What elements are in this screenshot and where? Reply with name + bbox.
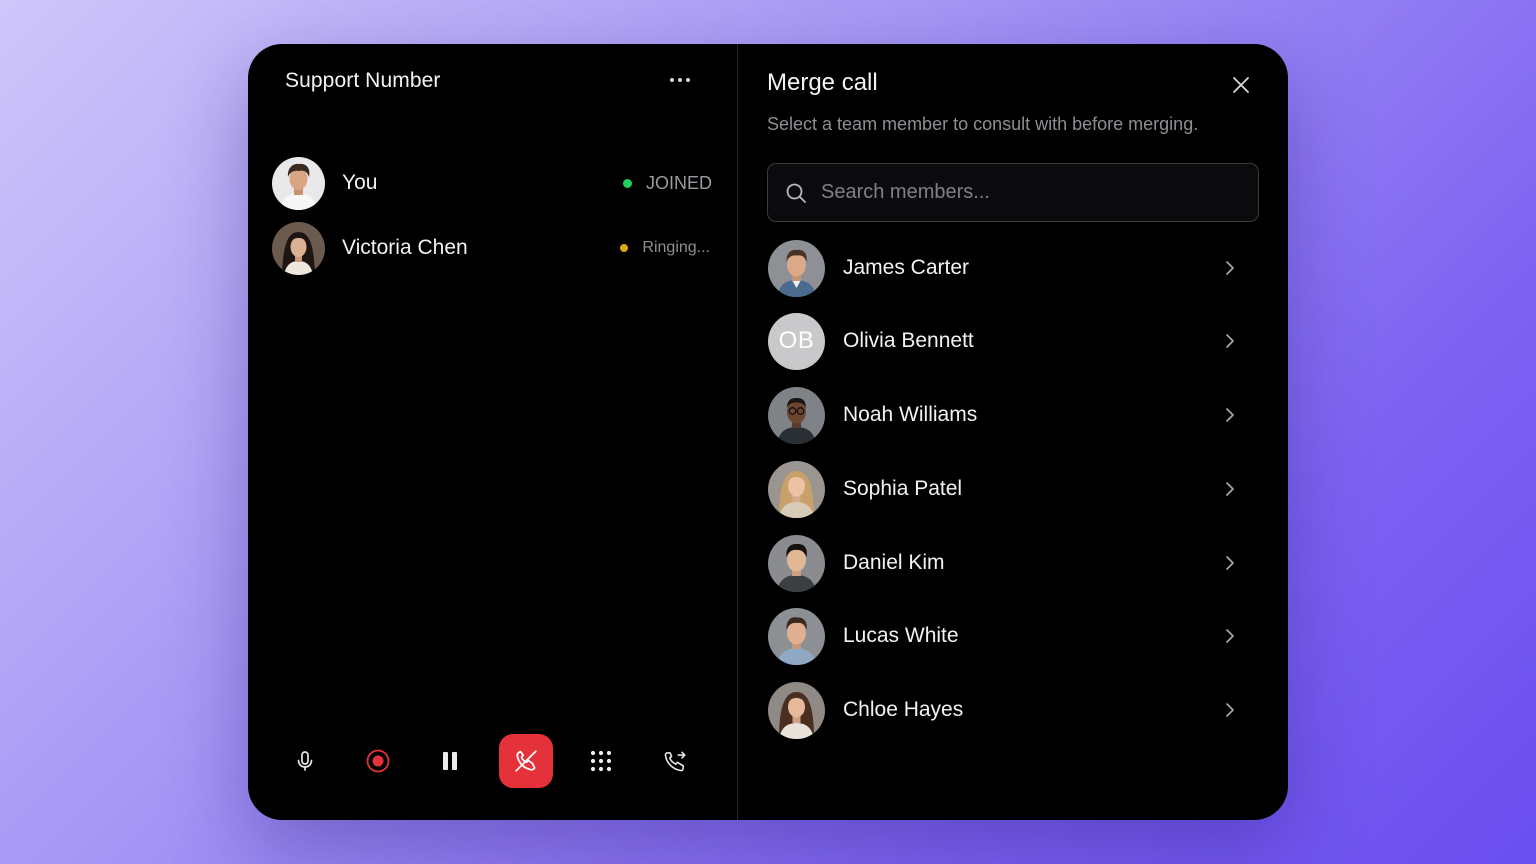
dialpad-icon (590, 750, 612, 772)
more-horizontal-icon (670, 78, 690, 82)
microphone-icon (297, 751, 313, 771)
merge-call-subtitle: Select a team member to consult with bef… (767, 114, 1199, 134)
call-window: Support Number You JOINED Victoria Chen … (248, 44, 1288, 820)
chevron-right-icon (1220, 626, 1240, 646)
call-controls (278, 732, 708, 790)
avatar (768, 239, 825, 297)
hold-button[interactable] (423, 734, 477, 788)
avatar (272, 156, 325, 210)
participant-you: You JOINED (272, 156, 712, 210)
pause-icon (443, 752, 457, 770)
participant-victoria-chen: Victoria Chen Ringing... (272, 221, 712, 275)
more-options-button[interactable] (665, 66, 695, 94)
ringing-status-dot (620, 244, 629, 252)
chevron-right-icon (1220, 331, 1240, 351)
member-name: Noah Williams (843, 403, 978, 426)
member-row-chloe-hayes[interactable]: Chloe Hayes (768, 680, 1248, 740)
call-title: Support Number (285, 69, 441, 92)
member-row-lucas-white[interactable]: Lucas White (768, 606, 1248, 666)
member-name: Chloe Hayes (843, 698, 964, 721)
chevron-right-icon (1220, 553, 1240, 573)
search-input[interactable] (821, 181, 1241, 204)
avatar (768, 386, 825, 444)
avatar (272, 221, 325, 275)
status-text: Ringing... (642, 239, 710, 256)
avatar (768, 460, 825, 518)
member-row-daniel-kim[interactable]: Daniel Kim (768, 533, 1248, 593)
member-row-sophia-patel[interactable]: Sophia Patel (768, 459, 1248, 519)
search-box (767, 163, 1259, 222)
chevron-right-icon (1220, 405, 1240, 425)
phone-hangup-icon (515, 750, 537, 772)
avatar (768, 534, 825, 592)
status-badge: JOINED (622, 172, 712, 194)
chevron-right-icon (1220, 258, 1240, 278)
close-button[interactable] (1226, 70, 1256, 100)
member-name: Daniel Kim (843, 551, 945, 574)
close-icon (1233, 77, 1249, 93)
search-icon (786, 183, 806, 203)
avatar-initials: OB (768, 312, 825, 370)
phone-forward-icon (664, 751, 686, 772)
chevron-right-icon (1220, 700, 1240, 720)
avatar (768, 681, 825, 739)
record-button[interactable] (351, 734, 405, 788)
participant-name: Victoria Chen (342, 236, 468, 259)
status-badge: Ringing... (620, 239, 712, 257)
member-row-james-carter[interactable]: James Carter (768, 238, 1248, 298)
member-row-noah-williams[interactable]: Noah Williams (768, 385, 1248, 445)
merge-call-title: Merge call (767, 69, 878, 96)
keypad-button[interactable] (574, 734, 628, 788)
member-name: James Carter (843, 256, 970, 279)
avatar (768, 607, 825, 665)
transfer-button[interactable] (648, 734, 702, 788)
joined-status-dot (622, 178, 632, 188)
chevron-right-icon (1220, 479, 1240, 499)
end-call-button[interactable] (499, 734, 553, 788)
participant-name: You (342, 171, 378, 194)
member-name: Sophia Patel (843, 477, 963, 500)
panel-divider (737, 44, 738, 820)
member-name: Olivia Bennett (843, 329, 974, 352)
mute-button[interactable] (278, 734, 332, 788)
member-name: Lucas White (843, 624, 959, 647)
status-text: JOINED (645, 172, 712, 193)
member-row-olivia-bennett[interactable]: OB Olivia Bennett (768, 311, 1248, 371)
record-icon (366, 749, 390, 773)
